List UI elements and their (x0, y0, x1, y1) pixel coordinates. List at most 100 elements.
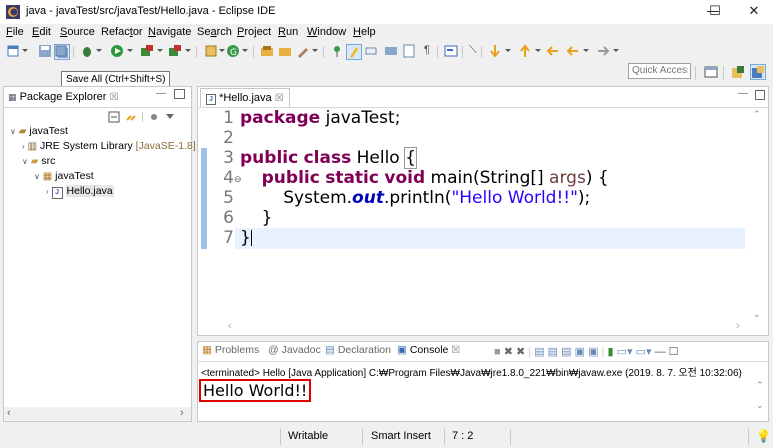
tree-item-jre[interactable]: › ▥ JRE System Library [JavaSE-1.8] (22, 139, 196, 154)
menu-edit[interactable]: Edit (32, 26, 51, 38)
terminate-icon[interactable]: ■ (494, 346, 501, 358)
tree-item-file[interactable]: › J Hello.java (46, 184, 114, 199)
vertical-scrollbar[interactable]: ⌃ ⌄ (750, 109, 766, 319)
open-task-icon[interactable] (278, 44, 292, 58)
tree-item-src[interactable]: ∨ ▰ src (22, 154, 55, 169)
forward-dropdown-icon[interactable] (613, 49, 619, 52)
next-annotation-icon[interactable] (488, 44, 502, 58)
new-class-dropdown-icon[interactable] (242, 49, 248, 52)
minimize-view-icon[interactable]: — (156, 88, 166, 99)
close-tab-icon[interactable]: ☒ (109, 92, 118, 103)
scroll-right-icon[interactable]: › (180, 407, 184, 419)
link-with-editor-icon[interactable] (125, 111, 137, 123)
back-icon[interactable] (566, 44, 580, 58)
open-type-icon[interactable] (260, 44, 274, 58)
scroll-right-icon[interactable]: › (736, 320, 740, 332)
scroll-lock-icon[interactable]: ▤ (548, 346, 558, 358)
tab-hello-java[interactable]: J *Hello.java ☒ (200, 88, 290, 108)
external-tools-icon[interactable] (168, 44, 182, 58)
maximize-button[interactable]: ☐ (700, 0, 730, 24)
menu-refactor[interactable]: Refactor (101, 26, 143, 38)
quick-access-input[interactable] (628, 63, 691, 79)
collapsed-chevron-icon[interactable]: › (46, 187, 49, 196)
maximize-view-icon[interactable] (755, 90, 765, 100)
search-tool-icon[interactable] (296, 44, 310, 58)
menu-navigate[interactable]: Navigate (148, 26, 191, 38)
menu-file[interactable]: File (6, 26, 24, 38)
run-dropdown-icon[interactable] (127, 49, 133, 52)
menu-window[interactable]: Window (307, 26, 346, 38)
debug-icon[interactable] (80, 44, 94, 58)
tip-lightbulb-icon[interactable]: 💡 (756, 429, 771, 443)
close-tab-icon[interactable]: ☒ (275, 93, 284, 104)
tree-item-project[interactable]: ∨ ▰ javaTest (10, 124, 68, 139)
scroll-down-icon[interactable]: ⌄ (756, 400, 764, 411)
new-java-project-icon[interactable] (204, 44, 218, 58)
word-wrap-icon[interactable]: ▤ (561, 346, 571, 358)
expanded-chevron-icon[interactable]: ∨ (22, 157, 28, 166)
tab-problems[interactable]: ▦ Problems (202, 344, 259, 356)
menu-source[interactable]: Source (60, 26, 95, 38)
save-icon[interactable] (38, 44, 52, 58)
search-dropdown-icon[interactable] (312, 49, 318, 52)
console-output[interactable]: Hello World!! (199, 379, 312, 402)
menu-run[interactable]: Run (278, 26, 298, 38)
back-dropdown-icon[interactable] (583, 49, 589, 52)
maximize-view-icon[interactable] (174, 89, 185, 99)
remove-all-terminated-icon[interactable]: ✖ (516, 346, 525, 358)
pin-icon[interactable] (330, 44, 344, 58)
pin-console-icon[interactable]: ▮ (607, 346, 613, 358)
horizontal-scrollbar[interactable]: ‹ › (4, 407, 191, 421)
previous-annotation-dropdown-icon[interactable] (535, 49, 541, 52)
expanded-chevron-icon[interactable]: ∨ (10, 127, 16, 136)
coverage-dropdown-icon[interactable] (157, 49, 163, 52)
console-vertical-scrollbar[interactable]: ⌃ ⌄ (754, 380, 768, 420)
scroll-left-icon[interactable]: ‹ (228, 320, 232, 332)
tab-package-explorer[interactable]: ▦ Package Explorer ☒ (8, 87, 118, 107)
tab-console[interactable]: ▣ Console ☒ (397, 344, 460, 356)
close-tab-icon[interactable]: ☒ (451, 345, 460, 356)
tree-item-package[interactable]: ∨ ▦ javaTest (34, 169, 94, 184)
menu-search[interactable]: Search (197, 26, 232, 38)
new-class-icon[interactable]: G (226, 44, 240, 58)
new-dropdown-icon[interactable] (22, 49, 28, 52)
run-icon[interactable] (110, 44, 124, 58)
scroll-down-icon[interactable]: ⌄ (753, 309, 761, 320)
java-perspective-icon[interactable] (750, 64, 766, 80)
breadcrumb-icon[interactable] (384, 44, 398, 58)
forward-icon[interactable] (596, 44, 610, 58)
previous-annotation-icon[interactable] (518, 44, 532, 58)
external-tools-dropdown-icon[interactable] (185, 49, 191, 52)
new-icon[interactable] (6, 44, 20, 58)
minimize-view-icon[interactable]: — (655, 346, 666, 358)
menu-project[interactable]: Project (237, 26, 271, 38)
tab-javadoc[interactable]: @ Javadoc (268, 344, 321, 356)
word-wrap-icon[interactable] (402, 44, 416, 58)
show-on-output-icon[interactable]: ▣ (575, 346, 585, 358)
new-java-project-dropdown-icon[interactable] (219, 49, 225, 52)
code-area[interactable]: package javaTest; public class Hello { p… (240, 108, 609, 248)
clear-console-icon[interactable]: ▤ (534, 346, 544, 358)
console-view-icon[interactable] (444, 44, 458, 58)
tab-declaration[interactable]: ▤ Declaration (325, 344, 391, 356)
minimize-view-icon[interactable]: — (738, 88, 748, 99)
scroll-up-icon[interactable]: ⌃ (756, 380, 764, 391)
expanded-chevron-icon[interactable]: ∨ (34, 172, 40, 181)
coverage-icon[interactable] (140, 44, 154, 58)
mark-occurrences-icon[interactable] (346, 44, 362, 60)
collapsed-chevron-icon[interactable]: › (22, 142, 25, 151)
debug-dropdown-icon[interactable] (96, 49, 102, 52)
block-selection-icon[interactable] (364, 44, 378, 58)
toggle-comment-icon[interactable]: ⟍ (469, 44, 477, 57)
view-menu-icon[interactable] (166, 114, 174, 119)
collapse-all-icon[interactable] (108, 111, 120, 123)
scroll-left-icon[interactable]: ‹ (7, 407, 11, 419)
close-window-button[interactable]: ✕ (735, 0, 773, 24)
next-annotation-dropdown-icon[interactable] (505, 49, 511, 52)
show-whitespace-icon[interactable]: ¶ (424, 44, 430, 56)
open-perspective-icon[interactable] (704, 65, 718, 79)
focus-on-active-task-icon[interactable] (148, 111, 160, 123)
open-console-icon[interactable]: ▭▾ (636, 346, 652, 358)
remove-launch-icon[interactable]: ✖ (504, 346, 513, 358)
java-ee-perspective-icon[interactable] (731, 65, 745, 79)
